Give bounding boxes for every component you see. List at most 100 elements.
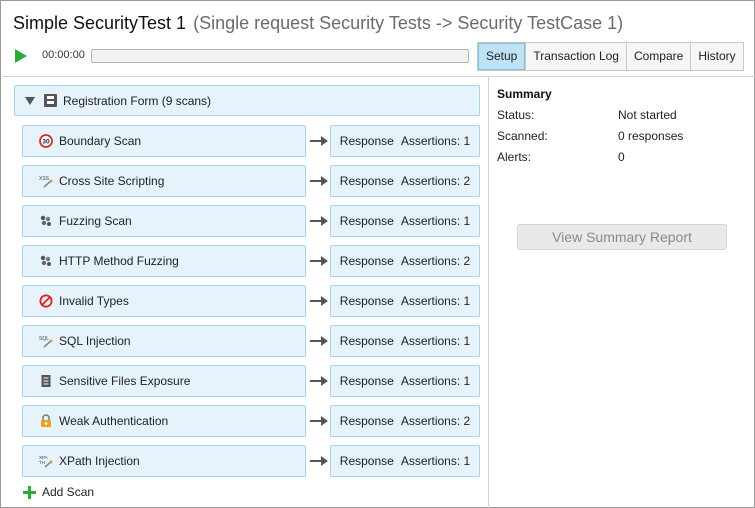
svg-text:XSS: XSS [39,176,50,182]
response-assertions-button[interactable]: Response Assertions: 1 [330,365,480,397]
status-value: Not started [618,108,677,122]
scan-button-xpath-injection[interactable]: XPA TH XPath Injection [22,445,306,477]
progress-bar [91,49,469,63]
response-label: Response [339,294,394,308]
xpath-icon: XPA TH [39,454,53,468]
scan-row: Invalid Types Response Assertions: 1 [22,285,481,317]
plus-icon [23,485,36,499]
assertions-count: Assertions: 1 [400,134,471,148]
arrow-right-icon [310,376,328,386]
assertions-count: Assertions: 1 [400,214,471,228]
scan-row: SQL SQL Injection Response Assertions: 1 [22,325,481,357]
form-icon [44,94,57,107]
response-assertions-button[interactable]: Response Assertions: 2 [330,165,480,197]
svg-text:TH: TH [39,460,45,465]
scan-button-invalid-types[interactable]: Invalid Types [22,285,306,317]
header-divider [2,76,755,77]
arrow-right-icon [310,176,328,186]
scan-button-sql-injection[interactable]: SQL SQL Injection [22,325,306,357]
arrow-right-icon [310,216,328,226]
assertions-count: Assertions: 1 [400,454,471,468]
response-label: Response [339,414,394,428]
response-assertions-button[interactable]: Response Assertions: 1 [330,125,480,157]
response-assertions-button[interactable]: Response Assertions: 1 [330,205,480,237]
view-summary-report-button[interactable]: View Summary Report [517,224,727,250]
scan-button-fuzzing[interactable]: Fuzzing Scan [22,205,306,237]
invalid-types-icon [39,294,53,308]
assertions-count: Assertions: 2 [400,174,471,188]
scan-button-boundary[interactable]: 30 Boundary Scan [22,125,306,157]
alerts-value: 0 [618,150,625,164]
arrow-right-icon [310,456,328,466]
scanned-value: 0 responses [618,129,684,143]
response-label: Response [339,334,394,348]
boundary-icon: 30 [39,134,53,148]
scan-label: HTTP Method Fuzzing [59,254,179,268]
scan-label: Sensitive Files Exposure [59,374,191,388]
response-assertions-button[interactable]: Response Assertions: 2 [330,405,480,437]
arrow-right-icon [310,336,328,346]
svg-text:SQL: SQL [39,336,49,342]
scan-row: XPA TH XPath Injection Response Assertions… [22,445,481,477]
response-assertions-button[interactable]: Response Assertions: 1 [330,285,480,317]
response-label: Response [339,214,394,228]
response-label: Response [339,174,394,188]
scan-row: XSS Cross Site Scripting Response Asserti… [22,165,481,197]
page-title: Simple SecurityTest 1 [13,13,187,33]
http-fuzzing-icon [39,254,53,268]
scan-group-header[interactable]: Registration Form (9 scans) [14,85,480,116]
caret-down-icon[interactable] [25,96,35,105]
scan-label: SQL Injection [59,334,131,348]
scan-button-sensitive-files-exposure[interactable]: Sensitive Files Exposure [22,365,306,397]
svg-text:30: 30 [42,139,50,146]
arrow-right-icon [310,256,328,266]
page-subtitle: (Single request Security Tests -> Securi… [193,13,624,33]
scan-button-cross-site-scripting[interactable]: XSS Cross Site Scripting [22,165,306,197]
tab-compare[interactable]: Compare [625,43,690,70]
window-title-row: Simple SecurityTest 1 (Single request Se… [13,13,623,39]
fuzzing-icon [39,214,53,228]
pane-divider [488,77,489,508]
assertions-count: Assertions: 1 [400,294,471,308]
arrow-right-icon [310,136,328,146]
scan-label: XPath Injection [59,454,140,468]
tab-history[interactable]: History [690,43,742,70]
response-assertions-button[interactable]: Response Assertions: 1 [330,445,480,477]
arrow-right-icon [310,296,328,306]
tab-setup[interactable]: Setup [478,43,526,70]
add-scan-button[interactable]: Add Scan [23,485,94,499]
assertions-count: Assertions: 1 [400,374,471,388]
summary-title: Summary [497,87,552,101]
scan-row: 30 Boundary Scan Response Assertions: 1 [22,125,481,157]
response-label: Response [339,374,394,388]
assertions-count: Assertions: 2 [400,414,471,428]
scan-label: Weak Authentication [59,414,169,428]
xss-icon: XSS [39,174,53,188]
scan-row: HTTP Method Fuzzing Response Assertions: … [22,245,481,277]
assertions-count: Assertions: 2 [400,254,471,268]
document-icon [39,374,53,388]
alerts-label: Alerts: [497,150,532,164]
sql-icon: SQL [39,334,53,348]
scan-row: Weak Authentication Response Assertions: … [22,405,481,437]
arrow-right-icon [310,416,328,426]
scan-row: Fuzzing Scan Response Assertions: 1 [22,205,481,237]
scanned-label: Scanned: [497,129,548,143]
security-test-window: Simple SecurityTest 1 (Single request Se… [0,0,755,508]
response-label: Response [339,454,394,468]
status-label: Status: [497,108,535,122]
scan-group-label: Registration Form (9 scans) [63,93,212,108]
response-label: Response [339,254,394,268]
scan-button-http-method-fuzzing[interactable]: HTTP Method Fuzzing [22,245,306,277]
scan-label: Boundary Scan [59,134,142,148]
weak-auth-icon [39,414,53,428]
view-tabs: Setup Transaction Log Compare History [477,42,744,71]
response-assertions-button[interactable]: Response Assertions: 1 [330,325,480,357]
scan-button-weak-authentication[interactable]: Weak Authentication [22,405,306,437]
response-assertions-button[interactable]: Response Assertions: 2 [330,245,480,277]
run-icon[interactable] [14,48,28,64]
elapsed-time: 00:00:00 [42,49,85,61]
tab-transaction-log[interactable]: Transaction Log [525,43,626,70]
response-label: Response [339,134,394,148]
scan-row: Sensitive Files Exposure Response Asserti… [22,365,481,397]
